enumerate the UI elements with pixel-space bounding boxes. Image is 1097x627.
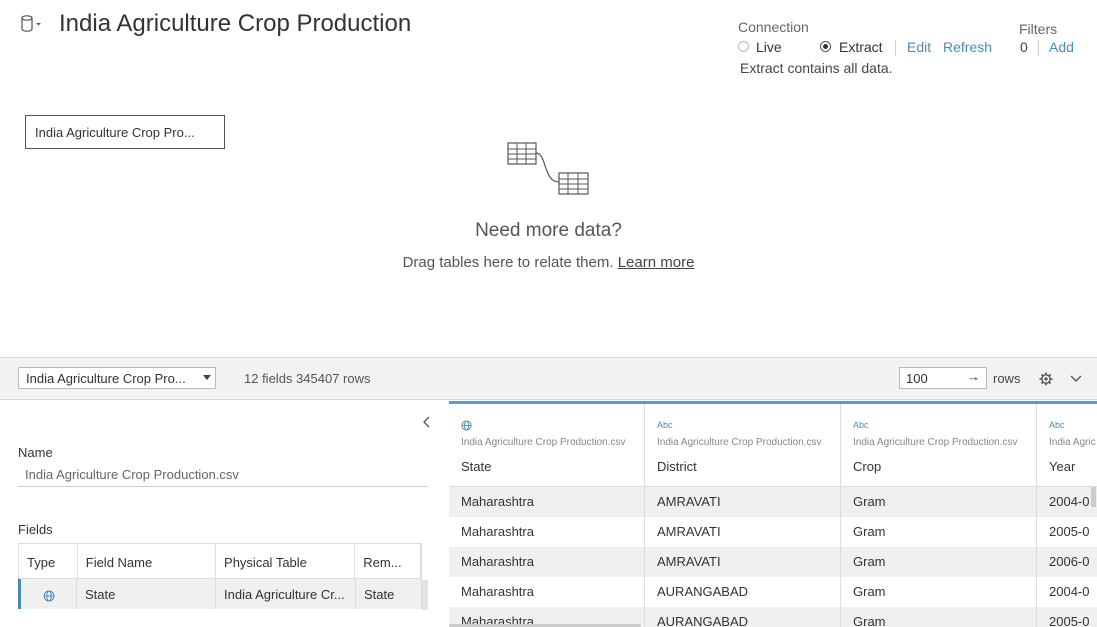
data-grid: India Agriculture Crop Production.csv St…: [449, 401, 1097, 627]
table-cell: Gram: [841, 487, 1037, 517]
table-cell: AURANGABAD: [645, 577, 841, 607]
table-cell: Maharashtra: [449, 487, 645, 517]
column-source: India Agriculture Crop Production.csv: [853, 437, 1018, 448]
divider: [1038, 40, 1039, 56]
table-cell: Gram: [841, 577, 1037, 607]
column-name: Crop: [853, 459, 882, 474]
column-name: State: [461, 459, 492, 474]
globe-icon[interactable]: [461, 420, 472, 431]
column-header-type[interactable]: Type: [19, 544, 78, 578]
arrow-right-icon[interactable]: →: [967, 369, 980, 384]
column-header-remote[interactable]: Rem...: [355, 544, 421, 578]
filters-label: Filters: [1019, 21, 1058, 37]
physical-table-cell: India Agriculture Cr...: [216, 579, 356, 609]
drag-hint: Drag tables here to relate them. Learn m…: [0, 254, 1097, 271]
table-name-field[interactable]: India Agriculture Crop Production.csv: [18, 467, 428, 487]
need-more-data-heading: Need more data?: [475, 220, 622, 241]
table-cell: AMRAVATI: [645, 517, 841, 547]
fields-table: Type Field Name Physical Table Rem... St…: [18, 543, 422, 609]
table-cell: Maharashtra: [449, 547, 645, 577]
column-name: District: [657, 459, 697, 474]
table-cell: AMRAVATI: [645, 487, 841, 517]
table-cell: Gram: [841, 607, 1037, 627]
column-source: India Agric: [1049, 437, 1096, 448]
table-cell: 2004-0: [1037, 487, 1097, 517]
table-row[interactable]: Maharashtra AURANGABAD Gram 2004-0: [449, 577, 1097, 607]
drag-hint-text: Drag tables here to relate them.: [402, 254, 614, 271]
column-source: India Agriculture Crop Production.csv: [657, 437, 822, 448]
table-row[interactable]: State India Agriculture Cr... State: [18, 579, 422, 609]
divider: [895, 40, 896, 56]
globe-icon: [43, 590, 54, 602]
learn-more-link[interactable]: Learn more: [618, 254, 695, 271]
table-cell: AMRAVATI: [645, 547, 841, 577]
extract-label[interactable]: Extract: [839, 39, 883, 55]
extract-note: Extract contains all data.: [740, 60, 893, 76]
fields-rows-info: 12 fields 345407 rows: [244, 371, 371, 386]
grid-column-header[interactable]: India Agriculture Crop Production.csv St…: [449, 404, 645, 486]
filters-count: 0: [1020, 39, 1028, 55]
table-cell: 2006-0: [1037, 547, 1097, 577]
rows-label: rows: [993, 371, 1021, 386]
string-type-icon[interactable]: Abc: [1049, 420, 1065, 430]
live-radio[interactable]: [738, 41, 749, 52]
scrollbar[interactable]: [422, 580, 428, 610]
scrollbar[interactable]: [1091, 487, 1096, 507]
name-label: Name: [18, 445, 53, 460]
database-icon[interactable]: [20, 14, 42, 34]
page-title: India Agriculture Crop Production: [59, 10, 412, 37]
table-row[interactable]: Maharashtra AMRAVATI Gram 2004-0: [449, 487, 1097, 517]
column-header-physical-table[interactable]: Physical Table: [216, 544, 356, 578]
add-filter-link[interactable]: Add: [1049, 39, 1074, 55]
grid-column-header[interactable]: Abc India Agric Year: [1037, 404, 1097, 486]
gear-icon[interactable]: [1039, 372, 1053, 386]
edit-link[interactable]: Edit: [907, 39, 931, 55]
table-cell: Gram: [841, 517, 1037, 547]
datasource-select[interactable]: India Agriculture Crop Pro...: [18, 367, 216, 389]
related-tables-icon: [507, 142, 589, 195]
logical-table-card[interactable]: India Agriculture Crop Pro...: [25, 115, 225, 149]
string-type-icon[interactable]: Abc: [853, 420, 869, 430]
column-source: India Agriculture Crop Production.csv: [461, 437, 626, 448]
grid-column-header[interactable]: Abc India Agriculture Crop Production.cs…: [841, 404, 1037, 486]
chevron-down-icon[interactable]: [203, 375, 211, 380]
table-cell: Gram: [841, 547, 1037, 577]
table-cell: Maharashtra: [449, 577, 645, 607]
fields-table-header: Type Field Name Physical Table Rem...: [18, 543, 422, 579]
table-cell: Maharashtra: [449, 517, 645, 547]
refresh-link[interactable]: Refresh: [943, 39, 992, 55]
string-type-icon[interactable]: Abc: [657, 420, 673, 430]
extract-radio[interactable]: [820, 41, 831, 52]
table-cell: AURANGABAD: [645, 607, 841, 627]
collapse-chevron-left-icon[interactable]: [423, 416, 431, 428]
field-name-cell: State: [77, 579, 216, 609]
table-cell: 2005-0: [1037, 517, 1097, 547]
type-cell: [21, 579, 77, 609]
live-label[interactable]: Live: [756, 39, 782, 55]
table-cell: 2005-0: [1037, 607, 1097, 627]
remote-name-cell: State: [356, 579, 422, 609]
column-name: Year: [1049, 459, 1076, 474]
fields-label: Fields: [18, 522, 53, 537]
table-row[interactable]: Maharashtra AMRAVATI Gram 2005-0: [449, 517, 1097, 547]
connection-label: Connection: [738, 19, 809, 35]
table-row[interactable]: Maharashtra AMRAVATI Gram 2006-0: [449, 547, 1097, 577]
chevron-down-icon[interactable]: [1070, 374, 1082, 384]
column-header-field-name[interactable]: Field Name: [78, 544, 217, 578]
grid-column-header[interactable]: Abc India Agriculture Crop Production.cs…: [645, 404, 841, 486]
table-cell: 2004-0: [1037, 577, 1097, 607]
